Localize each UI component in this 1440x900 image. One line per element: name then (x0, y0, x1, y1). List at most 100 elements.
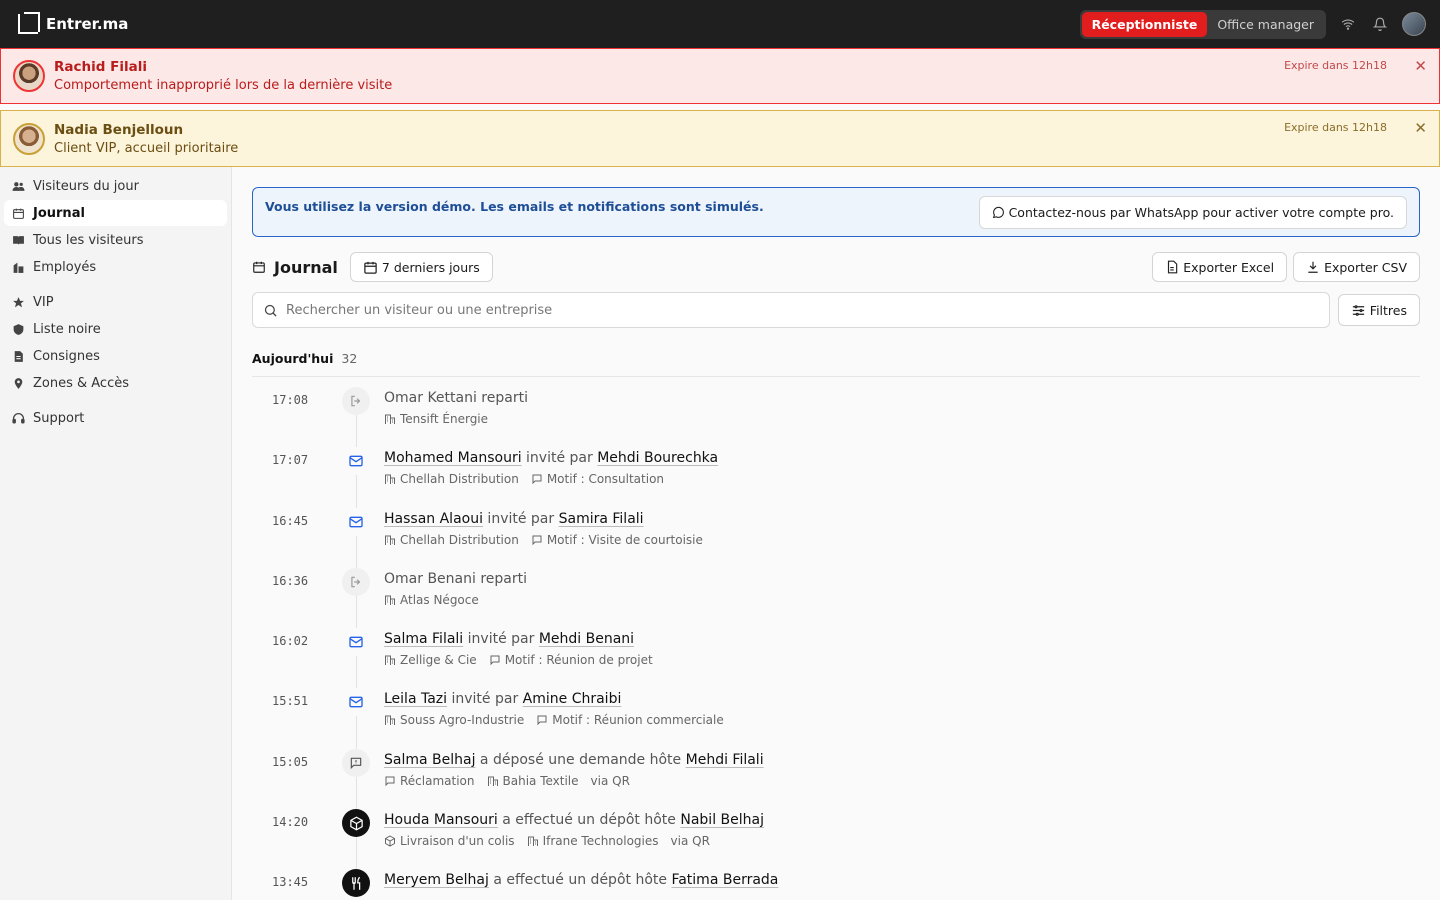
message-icon (531, 473, 543, 485)
sidebar-item-employes[interactable]: Employés (4, 254, 227, 280)
list-item[interactable]: 17:08 Omar Kettani reparti Tensift Énergie (252, 385, 1420, 448)
list-item[interactable]: 16:02 Salma Filali invité par Mehdi Benan… (252, 626, 1420, 689)
export-csv-label: Exporter CSV (1324, 259, 1407, 275)
whatsapp-contact-button[interactable]: Contactez-nous par WhatsApp pour activer… (978, 195, 1407, 229)
visitor-name[interactable]: Mohamed Mansouri (384, 450, 522, 466)
entry-verb: invité par (463, 631, 539, 648)
package-icon (384, 835, 396, 847)
download-icon (1308, 261, 1318, 273)
alert-name[interactable]: Nadia Benjelloun (54, 122, 238, 138)
visitor-name[interactable]: Salma Belhaj (384, 752, 475, 768)
list-item[interactable]: 15:51 Leila Tazi invité par Amine Chraibi… (252, 686, 1420, 749)
export-csv-button[interactable]: Exporter CSV (1293, 252, 1420, 282)
demo-text: Vous utilisez la version démo. Les email… (265, 198, 764, 214)
sidebar-item-label: Support (33, 410, 85, 426)
host-name[interactable]: Fatima Berrada (671, 872, 778, 888)
entry-meta-text: Motif : Visite de courtoisie (546, 532, 703, 547)
whatsapp-contact-label: Contactez-nous par WhatsApp pour activer… (1008, 204, 1394, 220)
export-excel-button[interactable]: Exporter Excel (1152, 252, 1288, 282)
entry-verb: invité par (521, 450, 598, 467)
visitor-name[interactable]: Meryem Belhaj (384, 872, 489, 888)
utensils-icon (342, 869, 370, 898)
entry-meta-text: via QR (590, 773, 630, 788)
shield-icon (12, 323, 25, 336)
close-icon[interactable]: ✕ (1414, 119, 1427, 137)
main-content: Vous utilisez la version démo. Les email… (232, 167, 1440, 900)
sidebar-item-label: Liste noire (33, 321, 101, 337)
entry-meta-text: Zellige & Cie (400, 653, 477, 668)
sidebar-item-journal[interactable]: Journal (4, 200, 227, 226)
host-name[interactable]: Mehdi Bourechka (597, 450, 718, 466)
avatar[interactable] (1402, 12, 1426, 36)
entry-meta-text: Réclamation (400, 773, 475, 788)
date-range-button[interactable]: 7 derniers jours (349, 252, 493, 282)
logo[interactable]: Entrer.ma (18, 12, 128, 34)
entry-time: 16:45 (272, 513, 309, 528)
entry-title: Leila Tazi invité par Amine Chraibi (384, 691, 724, 707)
list-item[interactable]: 16:36 Omar Benani reparti Atlas Négoce (252, 566, 1420, 629)
entry-meta-text: Atlas Négoce (400, 592, 479, 607)
visitor-name[interactable]: Houda Mansouri (384, 812, 498, 828)
sidebar-item-tous-les-visiteurs[interactable]: Tous les visiteurs (4, 227, 227, 253)
host-name[interactable]: Samira Filali (559, 511, 644, 527)
entry-verb: invité par (447, 691, 523, 708)
entry-verb: reparti (475, 570, 527, 587)
date-range-label: 7 derniers jours (381, 259, 480, 275)
host-name[interactable]: Nabil Belhaj (680, 812, 764, 828)
visitor-name[interactable]: Omar Kettani (384, 390, 477, 406)
timeline: 17:08 Omar Kettani reparti Tensift Énergie… (252, 385, 1420, 900)
entry-meta: Motif : Consultation (531, 472, 664, 486)
alert-vip: Nadia Benjelloun Client VIP, accueil pri… (0, 110, 1440, 167)
sidebar-item-visiteurs-du-jour[interactable]: Visiteurs du jour (4, 173, 227, 199)
list-item[interactable]: 17:07 Mohamed Mansouri invité par Mehdi B… (252, 445, 1420, 508)
visitor-name[interactable]: Salma Filali (384, 631, 463, 647)
sidebar-item-zones-acces[interactable]: Zones & Accès (4, 370, 227, 396)
alert-expire: Expire dans 12h18 (1284, 121, 1387, 134)
entry-meta: Atlas Négoce (384, 593, 479, 607)
logo-icon (18, 12, 40, 34)
sidebar-item-liste-noire[interactable]: Liste noire (4, 316, 227, 342)
host-name[interactable]: Amine Chraibi (523, 691, 622, 707)
bell-icon[interactable] (1370, 14, 1390, 34)
role-receptionist-button[interactable]: Réceptionniste (1081, 11, 1208, 37)
host-name[interactable]: Mehdi Benani (539, 631, 634, 647)
entry-meta-row: Chellah Distribution Motif : Consultation (384, 472, 718, 486)
entry-title: Salma Filali invité par Mehdi Benani (384, 631, 653, 647)
entry-title: Mohamed Mansouri invité par Mehdi Bourec… (384, 450, 718, 466)
entry-meta-row: Réclamation Bahia Textile via QR (384, 774, 764, 788)
list-item[interactable]: 15:05 Salma Belhaj a déposé une demande h… (252, 747, 1420, 810)
list-item[interactable]: 14:20 Houda Mansouri a effectué un dépôt … (252, 807, 1420, 870)
alert-name[interactable]: Rachid Filali (54, 59, 392, 75)
alert-avatar (13, 60, 45, 92)
entry-meta-text: Motif : Réunion commerciale (552, 713, 724, 728)
visitor-name[interactable]: Omar Benani (384, 571, 476, 587)
entry-meta-row: Atlas Négoce (384, 593, 527, 607)
timeline-line (356, 415, 357, 448)
role-office-manager-button[interactable]: Office manager (1207, 12, 1324, 37)
entry-time: 16:02 (272, 634, 309, 649)
search-input[interactable] (286, 302, 1319, 318)
export-excel-label: Exporter Excel (1183, 259, 1275, 275)
wifi-icon[interactable] (1338, 14, 1358, 34)
page-title: Journal (252, 258, 338, 277)
filters-button[interactable]: Filtres (1337, 294, 1420, 326)
entry-meta-row: Livraison d'un colis Ifrane Technologies v… (384, 834, 764, 848)
sidebar-item-vip[interactable]: VIP (4, 289, 227, 315)
sidebar-item-label: Consignes (33, 348, 100, 364)
building-icon (527, 835, 539, 847)
message-alert-icon (342, 748, 370, 777)
list-item[interactable]: 13:45 Meryem Belhaj a effectué un dépôt h… (252, 867, 1420, 900)
sidebar-item-label: Visiteurs du jour (33, 178, 139, 194)
close-icon[interactable]: ✕ (1414, 57, 1427, 75)
visitor-name[interactable]: Hassan Alaoui (384, 511, 483, 527)
building-icon (384, 413, 396, 425)
visitor-name[interactable]: Leila Tazi (384, 691, 447, 707)
list-item[interactable]: 16:45 Hassan Alaoui invité par Samira Fil… (252, 506, 1420, 568)
sidebar-item-support[interactable]: Support (4, 405, 227, 431)
entry-meta: Chellah Distribution (384, 533, 519, 547)
host-name[interactable]: Mehdi Filali (686, 752, 764, 768)
sidebar-item-consignes[interactable]: Consignes (4, 343, 227, 369)
mail-icon (342, 508, 370, 536)
entry-meta-text: Souss Agro-Industrie (400, 713, 525, 728)
entry-verb: reparti (476, 390, 528, 406)
